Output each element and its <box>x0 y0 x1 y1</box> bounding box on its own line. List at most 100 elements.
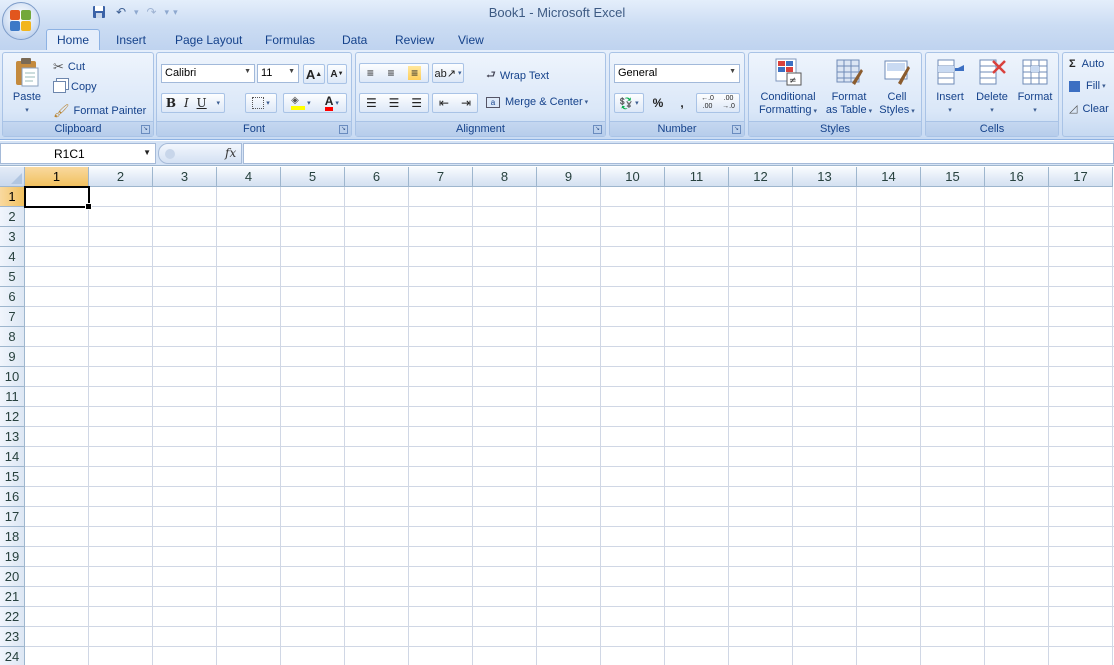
underline-button[interactable]: U <box>197 96 207 110</box>
formula-input[interactable] <box>243 143 1114 164</box>
cut-button[interactable]: ✂ Cut <box>53 59 85 75</box>
row-header[interactable]: 24 <box>0 647 25 665</box>
column-header[interactable]: 2 <box>89 167 153 187</box>
font-name-select[interactable]: Calibri ▼ <box>161 64 255 83</box>
italic-button[interactable]: I <box>184 96 189 110</box>
row-header[interactable]: 7 <box>0 307 25 327</box>
column-header[interactable]: 13 <box>793 167 857 187</box>
tab-home[interactable]: Home <box>46 29 101 50</box>
row-header[interactable]: 8 <box>0 327 25 347</box>
row-header[interactable]: 4 <box>0 247 25 267</box>
column-header[interactable]: 8 <box>473 167 537 187</box>
row-header[interactable]: 16 <box>0 487 25 507</box>
column-header[interactable]: 9 <box>537 167 601 187</box>
shrink-font-button[interactable]: A ▼ <box>327 64 347 84</box>
number-format-select[interactable]: General ▼ <box>614 64 740 83</box>
cell-area[interactable] <box>25 187 1114 665</box>
row-header[interactable]: 23 <box>0 627 25 647</box>
percent-style-button[interactable]: % <box>648 93 668 113</box>
paste-dropdown-icon[interactable]: ▾ <box>9 104 45 117</box>
row-header[interactable]: 12 <box>0 407 25 427</box>
align-bottom-icon[interactable]: ≡ <box>408 66 422 80</box>
row-header[interactable]: 13 <box>0 427 25 447</box>
row-header[interactable]: 17 <box>0 507 25 527</box>
align-center-icon[interactable]: ☰ <box>389 96 400 110</box>
formula-bar-handle-icon[interactable] <box>165 149 175 159</box>
cell-styles-button[interactable]: Cell Styles ▾ <box>875 57 919 118</box>
row-header[interactable]: 2 <box>0 207 25 227</box>
insert-cells-button[interactable]: Insert ▾ <box>930 57 970 117</box>
delete-cells-button[interactable]: Delete ▾ <box>972 57 1012 117</box>
row-header[interactable]: 9 <box>0 347 25 367</box>
column-header[interactable]: 6 <box>345 167 409 187</box>
align-right-icon[interactable]: ☰ <box>411 96 422 110</box>
merge-dropdown-icon[interactable]: ▾ <box>585 98 589 106</box>
format-cells-button[interactable]: Format ▾ <box>1014 57 1056 117</box>
column-header[interactable]: 14 <box>857 167 921 187</box>
clipboard-dialog-launcher-icon[interactable]: ↘ <box>141 125 150 134</box>
tab-data[interactable]: Data <box>332 29 377 50</box>
decrease-indent-icon[interactable]: ⇤ <box>439 96 449 110</box>
row-header[interactable]: 3 <box>0 227 25 247</box>
tab-view[interactable]: View <box>448 29 494 50</box>
row-header[interactable]: 21 <box>0 587 25 607</box>
autosum-button[interactable]: Σ Auto <box>1069 58 1104 70</box>
row-header[interactable]: 20 <box>0 567 25 587</box>
row-header[interactable]: 14 <box>0 447 25 467</box>
conditional-formatting-button[interactable]: ≠ Conditional Formatting ▾ <box>753 57 823 118</box>
column-header[interactable]: 16 <box>985 167 1049 187</box>
row-header[interactable]: 6 <box>0 287 25 307</box>
merge-center-button[interactable]: a Merge & Center ▾ <box>486 96 588 108</box>
row-header[interactable]: 1 <box>0 187 25 207</box>
tab-insert[interactable]: Insert <box>106 29 156 50</box>
row-header[interactable]: 18 <box>0 527 25 547</box>
font-size-select[interactable]: 11 ▼ <box>257 64 299 83</box>
column-header[interactable]: 1 <box>25 167 89 187</box>
fill-color-dropdown-icon[interactable]: ▾ <box>307 99 311 107</box>
column-header[interactable]: 11 <box>665 167 729 187</box>
align-middle-icon[interactable]: ≡ <box>387 66 394 80</box>
row-header[interactable]: 11 <box>0 387 25 407</box>
wrap-text-button[interactable]: ⮐ Wrap Text <box>486 66 549 85</box>
row-header[interactable]: 5 <box>0 267 25 287</box>
orientation-button[interactable]: ab↗ ▾ <box>432 63 464 83</box>
accounting-format-button[interactable]: 💱 ▾ <box>614 93 644 113</box>
format-painter-button[interactable]: 🖌 Format Painter <box>53 103 146 119</box>
column-header[interactable]: 3 <box>153 167 217 187</box>
accounting-dropdown-icon[interactable]: ▾ <box>635 99 639 107</box>
clear-button[interactable]: ◿ Clear <box>1069 102 1109 116</box>
row-header[interactable]: 10 <box>0 367 25 387</box>
font-dialog-launcher-icon[interactable]: ↘ <box>339 125 348 134</box>
tab-page-layout[interactable]: Page Layout <box>165 29 252 50</box>
increase-decimal-button[interactable]: ←.0 .00 <box>699 95 717 111</box>
copy-button[interactable]: Copy <box>53 81 97 93</box>
column-header[interactable]: 15 <box>921 167 985 187</box>
underline-dropdown-icon[interactable]: ▾ <box>217 99 221 107</box>
orientation-dropdown-icon[interactable]: ▾ <box>458 69 462 77</box>
tab-review[interactable]: Review <box>385 29 444 50</box>
row-header[interactable]: 19 <box>0 547 25 567</box>
font-color-button[interactable]: A ▾ <box>324 95 339 111</box>
alignment-dialog-launcher-icon[interactable]: ↘ <box>593 125 602 134</box>
name-box[interactable]: R1C1 ▼ <box>0 143 156 164</box>
row-header[interactable]: 15 <box>0 467 25 487</box>
number-dialog-launcher-icon[interactable]: ↘ <box>732 125 741 134</box>
tab-formulas[interactable]: Formulas <box>255 29 325 50</box>
align-left-icon[interactable]: ☰ <box>366 96 377 110</box>
select-all-button[interactable] <box>0 167 25 187</box>
borders-dropdown-icon[interactable]: ▾ <box>266 99 270 107</box>
format-as-table-button[interactable]: Format as Table ▾ <box>823 57 875 118</box>
fill-button[interactable]: Fill ▾ <box>1069 80 1106 92</box>
row-header[interactable]: 22 <box>0 607 25 627</box>
column-header[interactable]: 17 <box>1049 167 1113 187</box>
grow-font-button[interactable]: A ▲ <box>303 64 325 84</box>
align-top-icon[interactable]: ≡ <box>367 66 374 80</box>
bold-button[interactable]: B <box>166 96 176 110</box>
increase-indent-icon[interactable]: ⇥ <box>461 96 471 110</box>
column-header[interactable]: 5 <box>281 167 345 187</box>
decrease-decimal-button[interactable]: .00 →.0 <box>720 95 738 111</box>
column-header[interactable]: 12 <box>729 167 793 187</box>
office-button[interactable] <box>2 2 40 40</box>
active-cell[interactable] <box>24 186 92 210</box>
borders-button[interactable]: ▾ <box>245 93 277 113</box>
